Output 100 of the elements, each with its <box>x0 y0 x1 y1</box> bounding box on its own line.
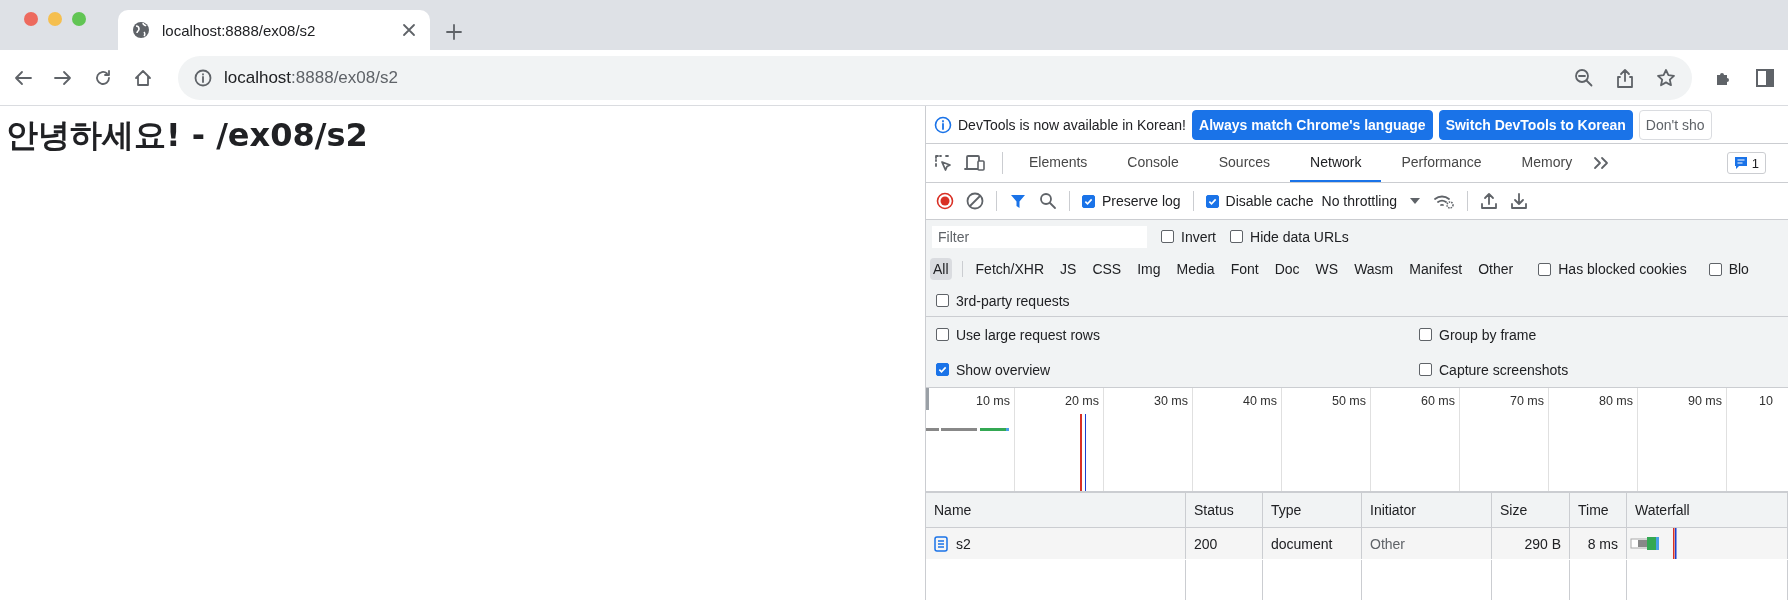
download-icon[interactable] <box>1510 192 1528 210</box>
close-icon[interactable] <box>402 23 416 37</box>
type-filter[interactable]: Img <box>1134 258 1164 280</box>
checkbox[interactable] <box>1082 194 1095 208</box>
caret-icon[interactable] <box>1409 197 1421 205</box>
devtools-tab[interactable]: Sources <box>1198 144 1291 182</box>
zoom-out-icon[interactable] <box>1574 67 1594 88</box>
column-header[interactable]: Waterfall <box>1627 493 1788 528</box>
column-header[interactable]: Time <box>1570 493 1627 528</box>
url-text: localhost:8888/ex08/s2 <box>224 67 399 88</box>
table-cell: 200 <box>1186 528 1263 560</box>
message-icon <box>1733 156 1748 170</box>
column-header[interactable]: Size <box>1492 493 1570 528</box>
column-header[interactable]: Name <box>926 493 1186 528</box>
column-header[interactable]: Initiator <box>1362 493 1492 528</box>
checkbox-label: Disable cache <box>1225 193 1314 209</box>
chevrons-icon[interactable] <box>1592 156 1611 170</box>
table-cell: document <box>1263 528 1362 560</box>
globe-icon <box>132 21 150 39</box>
type-filter[interactable]: Font <box>1227 258 1262 280</box>
timeline-tick-label: 80 ms <box>1598 394 1633 408</box>
address-bar[interactable]: localhost:8888/ex08/s2 <box>178 55 1692 100</box>
timeline-tick-label: 70 ms <box>1509 394 1544 408</box>
star-icon[interactable] <box>1656 67 1676 88</box>
info-message: DevTools is now available in Korean! <box>958 116 1186 133</box>
checkbox[interactable] <box>936 328 949 341</box>
column-header[interactable]: Status <box>1186 493 1263 528</box>
checkbox[interactable] <box>1419 328 1432 341</box>
filter-field[interactable]: Filter <box>932 225 1147 248</box>
checkbox[interactable] <box>1538 262 1552 276</box>
type-filter[interactable]: Doc <box>1271 258 1303 280</box>
type-filter[interactable]: CSS <box>1089 258 1125 280</box>
type-filter[interactable]: All <box>930 258 952 280</box>
checkbox-label: Blo <box>1728 261 1749 277</box>
devtools-tab[interactable]: Console <box>1107 144 1199 182</box>
checkbox-label: Group by frame <box>1439 326 1537 343</box>
checkbox[interactable] <box>1230 230 1243 243</box>
checkbox-label: Show overview <box>956 361 1051 378</box>
infobar-button[interactable]: Don't sho <box>1638 109 1712 140</box>
devtools-tab[interactable]: Performance <box>1381 144 1502 182</box>
checkbox[interactable] <box>1161 230 1174 243</box>
reload-icon[interactable] <box>94 68 112 87</box>
checkbox-label: 3rd-party requests <box>956 292 1070 309</box>
checkbox-label: Capture screenshots <box>1439 361 1569 378</box>
browser-tab[interactable]: localhost:8888/ex08/s2 <box>118 10 430 50</box>
home-icon[interactable] <box>134 68 152 87</box>
page-heading: 안녕하세요! - /ex08/s2 <box>6 115 369 156</box>
type-filter[interactable]: Fetch/XHR <box>972 258 1048 280</box>
throttling-select[interactable]: No throttling <box>1321 193 1397 209</box>
timeline-tick-label: 30 ms <box>1153 394 1188 408</box>
inspect-icon[interactable] <box>934 154 952 172</box>
checkbox[interactable] <box>936 363 949 376</box>
table-cell: 8 ms <box>1570 528 1627 560</box>
devtools-tab[interactable]: Memory <box>1501 144 1593 182</box>
devtools-tab[interactable]: Elements <box>1009 144 1108 182</box>
timeline-tick-label: 40 ms <box>1242 394 1277 408</box>
checkbox[interactable] <box>936 294 949 307</box>
clear-icon[interactable] <box>966 192 984 210</box>
infobar-button[interactable]: Always match Chrome's language <box>1192 109 1433 140</box>
info-icon <box>934 115 952 134</box>
table-cell: 290 B <box>1492 528 1570 560</box>
type-filter[interactable]: WS <box>1312 258 1342 280</box>
checkbox[interactable] <box>1205 194 1219 208</box>
checkbox-label: Hide data URLs <box>1250 228 1349 245</box>
checkbox-label: Invert <box>1181 228 1216 245</box>
table-cell: s2 <box>956 535 971 552</box>
document-icon <box>934 535 948 552</box>
checkbox-label: Preserve log <box>1102 193 1181 209</box>
forward-arrow-icon <box>54 69 72 86</box>
type-filter[interactable]: Wasm <box>1351 258 1397 280</box>
timeline-tick-label: 50 ms <box>1331 394 1366 408</box>
issues-count: 1 <box>1751 155 1759 171</box>
share-icon[interactable] <box>1616 67 1634 88</box>
type-filter[interactable]: JS <box>1057 258 1080 280</box>
timeline-tick-label: 60 ms <box>1420 394 1455 408</box>
upload-icon[interactable] <box>1480 192 1498 210</box>
back-arrow-icon[interactable] <box>14 69 32 86</box>
side-panel-icon[interactable] <box>1756 67 1774 88</box>
checkbox[interactable] <box>1708 262 1722 276</box>
timeline-tick-label: 10 <box>1759 394 1773 408</box>
stop-recording-icon[interactable] <box>936 192 954 210</box>
type-filter[interactable]: Manifest <box>1406 258 1466 280</box>
filter-icon[interactable] <box>1009 192 1027 210</box>
search-icon[interactable] <box>1039 192 1057 210</box>
issues-badge[interactable]: 1 <box>1726 152 1766 174</box>
info-icon <box>194 68 212 87</box>
device-toolbar-icon[interactable] <box>964 154 986 172</box>
type-filter[interactable]: Media <box>1173 258 1218 280</box>
table-cell: Other <box>1362 528 1492 560</box>
type-filter[interactable]: Other <box>1475 258 1517 280</box>
checkbox[interactable] <box>1419 363 1432 376</box>
timeline-tick-label: 20 ms <box>1064 394 1099 408</box>
plus-icon[interactable] <box>446 24 462 40</box>
infobar-button[interactable]: Switch DevTools to Korean <box>1438 109 1633 140</box>
checkbox-label: Has blocked cookies <box>1558 261 1687 277</box>
timeline-tick-label: 90 ms <box>1687 394 1722 408</box>
column-header[interactable]: Type <box>1263 493 1362 528</box>
tab-title: localhost:8888/ex08/s2 <box>162 21 317 39</box>
devtools-tab[interactable]: Network <box>1290 144 1382 182</box>
timeline-tick-label: 10 ms <box>975 394 1010 408</box>
